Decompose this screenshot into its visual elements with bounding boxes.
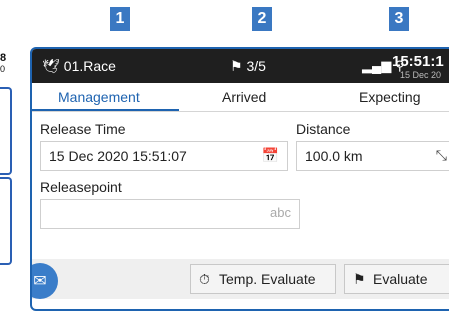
tab-bar: Management Arrived Expecting <box>32 83 449 112</box>
tab-expecting[interactable]: Expecting <box>359 89 420 105</box>
release-time-value: 15 Dec 2020 15:51:07 <box>49 148 187 164</box>
left-strip-number: 8 <box>0 52 7 64</box>
tab-management[interactable]: Management <box>58 89 140 105</box>
race-status: ⚑ 3/5 <box>230 58 266 75</box>
calendar-clock-icon[interactable]: 📅 <box>262 147 279 164</box>
releasepoint-field[interactable]: abc <box>40 199 300 229</box>
releasepoint-label: Releasepoint <box>40 179 122 195</box>
distance-field[interactable]: 100.0 km ⤡ <box>296 141 449 171</box>
device-screen: 🕊 01.Race ⚑ 3/5 ▂▄▆ ⚲ 15:51:1 15 Dec 20 M… <box>30 47 449 311</box>
marker-1: 1 <box>110 7 130 31</box>
app-title[interactable]: 🕊 01.Race <box>42 58 116 75</box>
app-name: 01.Race <box>63 58 116 74</box>
race-count: 3/5 <box>246 58 266 74</box>
distance-label: Distance <box>296 121 351 137</box>
evaluate-button[interactable]: ⚑ Evaluate <box>344 264 449 294</box>
left-strip-subtext: 0 <box>0 64 6 74</box>
action-bar: ⏱ Temp. Evaluate ⚑ Evaluate <box>32 259 449 299</box>
checkered-flag-icon: ⚑ <box>230 58 243 74</box>
clock-date: 15 Dec 20 <box>400 70 442 80</box>
evaluate-label: Evaluate <box>373 271 428 287</box>
tab-arrived[interactable]: Arrived <box>222 89 266 105</box>
active-tab-indicator <box>32 109 179 111</box>
status-bar: 🕊 01.Race ⚑ 3/5 ▂▄▆ ⚲ 15:51:1 15 Dec 20 <box>32 49 449 83</box>
left-frame-bottom <box>0 177 12 265</box>
temp-evaluate-button[interactable]: ⏱ Temp. Evaluate <box>190 264 336 294</box>
envelope-dove-icon: ✉ <box>33 273 47 290</box>
left-strip: 8 0 <box>0 47 14 297</box>
distance-value: 100.0 km <box>305 148 363 164</box>
temp-evaluate-label: Temp. Evaluate <box>219 271 316 287</box>
left-frame-top <box>0 87 12 175</box>
release-time-field[interactable]: 15 Dec 2020 15:51:07 📅 <box>40 141 288 171</box>
marker-3: 3 <box>389 7 409 31</box>
keyboard-abc-icon: abc <box>270 205 291 220</box>
route-icon[interactable]: ⤡ <box>436 147 447 164</box>
stopwatch-icon: ⏱ <box>199 271 210 287</box>
clock-time: 15:51:1 <box>392 53 444 70</box>
checkered-flag-icon: ⚑ <box>353 271 366 287</box>
marker-2: 2 <box>252 7 272 31</box>
dove-icon: 🕊 <box>42 58 60 74</box>
release-time-label: Release Time <box>40 121 126 137</box>
